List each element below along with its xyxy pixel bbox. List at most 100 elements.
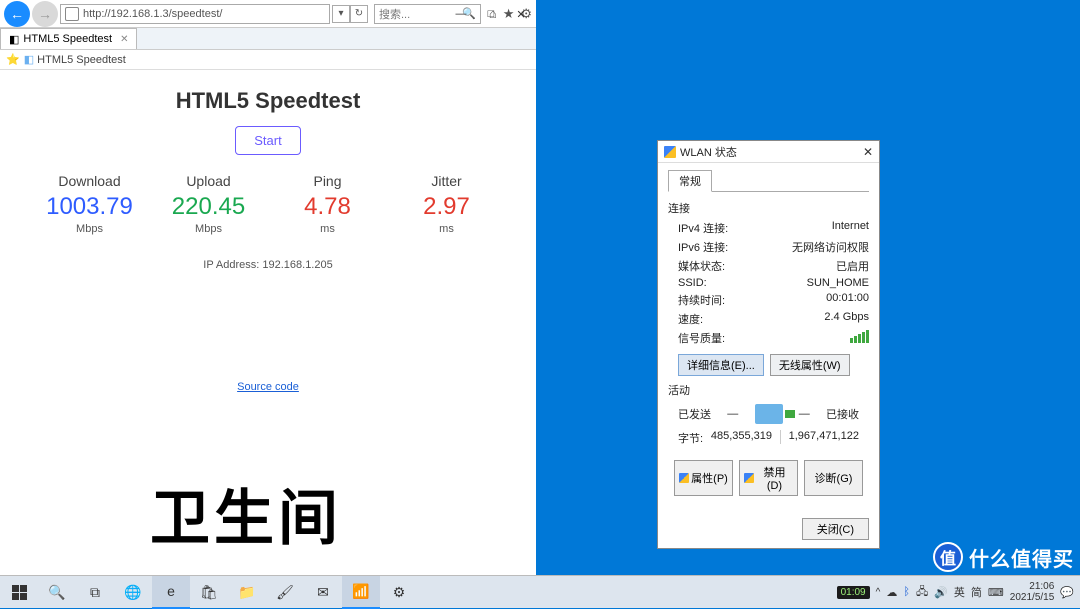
wlan-key: 速度: bbox=[678, 311, 703, 327]
ip-address-text: IP Address: 192.168.1.205 bbox=[20, 259, 516, 271]
shield-icon bbox=[744, 473, 754, 483]
clock-time: 21:06 bbox=[1010, 581, 1055, 592]
settings-icon[interactable]: ⚙ bbox=[380, 576, 418, 609]
clock-date: 2021/5/15 bbox=[1010, 592, 1055, 603]
properties-button[interactable]: 属性(P) bbox=[674, 460, 733, 496]
fav-item[interactable]: ◧ HTML5 Speedtest bbox=[24, 53, 126, 66]
wlan-key: 媒体状态: bbox=[678, 258, 725, 274]
wlan-row: IPv4 连接:Internet bbox=[678, 220, 869, 236]
metric-unit: ms bbox=[268, 223, 387, 235]
wlan-taskbar-icon[interactable]: 📶 bbox=[342, 576, 380, 609]
address-bar[interactable]: http://192.168.1.3/speedtest/ bbox=[60, 4, 330, 24]
wireless-properties-button[interactable]: 无线属性(W) bbox=[770, 354, 850, 376]
wlan-value: SUN_HOME bbox=[807, 277, 869, 289]
tab-close-icon[interactable]: ✕ bbox=[120, 34, 128, 45]
shield-icon bbox=[679, 473, 689, 483]
source-code-link[interactable]: Source code bbox=[237, 381, 299, 393]
metric-label: Ping bbox=[268, 173, 387, 189]
close-button[interactable]: 关闭(C) bbox=[802, 518, 869, 540]
signal-strength-icon bbox=[850, 330, 869, 343]
browser-tab[interactable]: ◧ HTML5 Speedtest ✕ bbox=[0, 28, 137, 49]
wlan-status-dialog: WLAN 状态 ✕ 常规 连接 IPv4 连接:InternetIPv6 连接:… bbox=[657, 140, 880, 549]
wlan-row: SSID:SUN_HOME bbox=[678, 277, 869, 289]
refresh-icon[interactable]: ↻ bbox=[350, 5, 368, 23]
recorder-badge[interactable]: 01:09 bbox=[837, 586, 870, 599]
wlan-key: 持续时间: bbox=[678, 292, 725, 308]
wlan-value bbox=[850, 330, 869, 346]
watermark-text: 什么值得买 bbox=[969, 543, 1074, 572]
diagnose-button[interactable]: 诊断(G) bbox=[804, 460, 863, 496]
wlan-close-icon[interactable]: ✕ bbox=[863, 145, 873, 159]
disable-button[interactable]: 禁用(D) bbox=[739, 460, 798, 496]
explorer-icon[interactable]: 📁 bbox=[228, 576, 266, 609]
received-label: 已接收 bbox=[826, 406, 859, 422]
ie-titlebar: ← → http://192.168.1.3/speedtest/ ▾ ↻ 搜索… bbox=[0, 0, 536, 28]
ie-icon[interactable]: e bbox=[152, 576, 190, 609]
ime-icon[interactable]: ⌨ bbox=[988, 586, 1004, 599]
volume-icon[interactable]: 🔊 bbox=[934, 586, 948, 599]
wlan-value: 无网络访问权限 bbox=[792, 239, 869, 255]
activity-section-label: 活动 bbox=[668, 382, 869, 398]
wlan-key: IPv6 连接: bbox=[678, 239, 728, 255]
metric-value: 2.97 bbox=[387, 193, 506, 221]
bytes-label: 字节: bbox=[678, 430, 703, 446]
onedrive-icon[interactable]: ☁ bbox=[886, 586, 897, 599]
nav-forward-button[interactable]: → bbox=[32, 1, 58, 27]
address-buttons: ▾ ↻ bbox=[332, 5, 368, 23]
close-button[interactable]: ✕ bbox=[506, 0, 536, 28]
wlan-row: 速度: 2.4 Gbps bbox=[678, 311, 869, 327]
metric-unit: Mbps bbox=[30, 223, 149, 235]
watermark: 值 什么值得买 bbox=[933, 542, 1074, 572]
bytes-sent: 485,355,319 bbox=[711, 430, 772, 446]
metric-label: Jitter bbox=[387, 173, 506, 189]
clock[interactable]: 21:06 2021/5/15 bbox=[1010, 581, 1055, 603]
maximize-button[interactable]: □ bbox=[476, 0, 506, 28]
nav-back-button[interactable]: ← bbox=[4, 1, 30, 27]
metric-unit: ms bbox=[387, 223, 506, 235]
ime-lang[interactable]: 英 bbox=[954, 584, 965, 600]
url-text: http://192.168.1.3/speedtest/ bbox=[83, 8, 222, 20]
ime-mode[interactable]: 简 bbox=[971, 584, 982, 600]
metric-unit: Mbps bbox=[149, 223, 268, 235]
wlan-key: 信号质量: bbox=[678, 330, 725, 346]
tray-caret-icon[interactable]: ^ bbox=[876, 587, 881, 598]
network-activity-icon bbox=[755, 404, 783, 424]
search-icon[interactable]: 🔍 bbox=[38, 576, 76, 609]
wlan-titlebar[interactable]: WLAN 状态 ✕ bbox=[658, 141, 879, 163]
task-view-icon[interactable]: ⧉ bbox=[76, 576, 114, 609]
metric-upload: Upload220.45Mbps bbox=[149, 173, 268, 235]
start-menu-button[interactable] bbox=[0, 576, 38, 609]
metric-ping: Ping4.78ms bbox=[268, 173, 387, 235]
app-icon[interactable]: ✉ bbox=[304, 576, 342, 609]
favorites-bar: ⭐ ◧ HTML5 Speedtest bbox=[0, 50, 536, 70]
network-tray-icon[interactable]: 🖧 bbox=[916, 583, 928, 602]
bluetooth-icon[interactable]: ᛒ bbox=[903, 586, 910, 598]
start-button[interactable]: Start bbox=[235, 126, 300, 155]
taskbar: 🔍 ⧉ 🌐 e 🛍 📁 🖌 ✉ 📶 ⚙ 01:09 ^ ☁ ᛒ 🖧 🔊 英 简 … bbox=[0, 575, 1080, 608]
minimize-button[interactable]: — bbox=[446, 0, 476, 28]
tab-strip: ◧ HTML5 Speedtest ✕ bbox=[0, 28, 536, 50]
page-title: HTML5 Speedtest bbox=[20, 88, 516, 114]
dropdown-icon[interactable]: ▾ bbox=[332, 5, 350, 23]
fav-star-icon[interactable]: ⭐ bbox=[6, 53, 20, 66]
wlan-row: 媒体状态:已启用 bbox=[678, 258, 869, 274]
shield-icon bbox=[664, 146, 676, 158]
watermark-badge: 值 bbox=[933, 542, 963, 572]
metric-value: 1003.79 bbox=[30, 193, 149, 221]
wlan-row: IPv6 连接: 无网络访问权限 bbox=[678, 239, 869, 255]
wlan-tab-general[interactable]: 常规 bbox=[668, 170, 712, 192]
search-placeholder: 搜索... bbox=[379, 6, 410, 22]
wlan-row: 持续时间:00:01:00 bbox=[678, 292, 869, 308]
edge-icon[interactable]: 🌐 bbox=[114, 576, 152, 609]
page-content: HTML5 Speedtest Start Download1003.79Mbp… bbox=[0, 70, 536, 405]
store-icon[interactable]: 🛍 bbox=[190, 576, 228, 609]
notifications-icon[interactable]: 💬 bbox=[1060, 586, 1074, 599]
metric-jitter: Jitter 2.97 ms bbox=[387, 173, 506, 235]
metric-value: 220.45 bbox=[149, 193, 268, 221]
wlan-row: 信号质量: bbox=[678, 330, 869, 346]
tab-favicon: ◧ bbox=[9, 33, 19, 46]
app-icon[interactable]: 🖌 bbox=[266, 576, 304, 609]
wlan-value: 2.4 Gbps bbox=[824, 311, 869, 327]
details-button[interactable]: 详细信息(E)... bbox=[678, 354, 764, 376]
wlan-value: Internet bbox=[832, 220, 869, 236]
